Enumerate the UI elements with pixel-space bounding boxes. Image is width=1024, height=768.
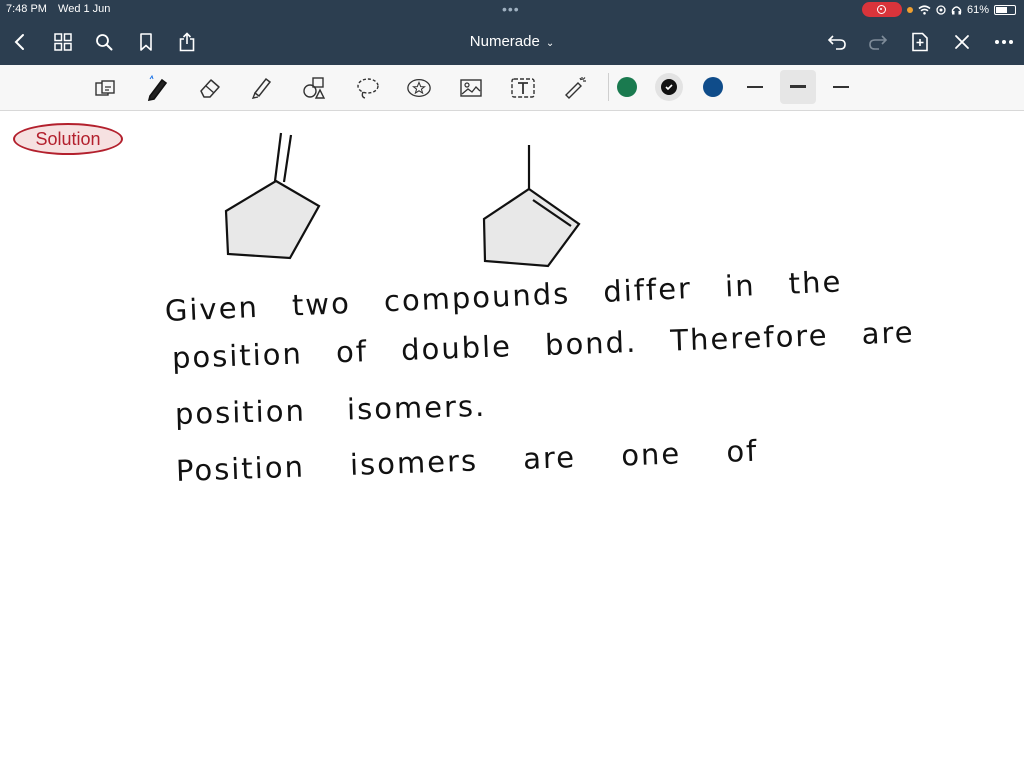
image-tool-button[interactable]	[458, 75, 484, 101]
microphone-indicator-icon	[906, 6, 913, 13]
undo-button[interactable]	[825, 30, 849, 54]
close-icon	[955, 35, 969, 49]
note-line-4: Position isomers are one of	[175, 433, 759, 488]
lasso-tool-button[interactable]	[355, 75, 381, 101]
battery-icon	[994, 4, 1016, 15]
color-blue-swatch[interactable]	[703, 77, 723, 97]
headphones-icon	[951, 5, 962, 14]
document-title-text: Numerade	[469, 33, 540, 50]
laser-pointer-icon	[565, 77, 586, 99]
chevron-down-icon: ⌄	[545, 38, 555, 49]
laser-pointer-button[interactable]	[562, 75, 588, 101]
reading-mode-icon	[95, 80, 115, 96]
battery-level	[996, 6, 1007, 13]
text-box-icon	[511, 78, 535, 98]
redo-button[interactable]	[866, 30, 890, 54]
text-tool-button[interactable]	[510, 75, 536, 101]
highlighter-tool-button[interactable]	[248, 75, 274, 101]
screen-recording-indicator[interactable]	[861, 2, 902, 17]
lasso-icon	[357, 78, 379, 99]
undo-icon	[827, 35, 846, 50]
checkmark-icon	[665, 84, 673, 91]
record-icon	[877, 5, 887, 14]
multitasking-dots-icon[interactable]: •••	[502, 1, 520, 17]
sticker-tool-button[interactable]	[406, 75, 432, 101]
drawing-toolbar	[0, 65, 1024, 111]
wifi-icon	[918, 4, 931, 15]
stroke-thick-option[interactable]	[833, 86, 849, 88]
toolbar-separator	[608, 73, 609, 101]
pen-icon	[147, 75, 168, 101]
more-button[interactable]	[992, 30, 1016, 54]
eraser-icon	[200, 79, 220, 98]
image-icon	[460, 79, 482, 97]
battery-percent: 61%	[966, 3, 989, 16]
sticker-star-icon	[407, 78, 431, 98]
pen-tool-button[interactable]	[144, 75, 170, 101]
note-canvas[interactable]: Solution Given two compounds differ in t…	[0, 111, 1024, 768]
status-time: 7:48 PM	[6, 3, 47, 15]
navigation-bar: Numerade ⌄	[0, 20, 1024, 65]
color-black-swatch[interactable]	[659, 77, 679, 97]
solution-label: Solution	[13, 123, 123, 155]
highlighter-icon	[251, 77, 272, 99]
eraser-tool-button[interactable]	[197, 75, 223, 101]
redo-icon	[869, 35, 888, 50]
location-icon	[936, 4, 946, 15]
shapes-icon	[303, 77, 326, 99]
close-button[interactable]	[950, 30, 974, 54]
status-date: Wed 1 Jun	[58, 3, 111, 15]
shapes-tool-button[interactable]	[301, 75, 327, 101]
note-line-1: Given two compounds differ in the	[164, 264, 843, 328]
stroke-medium-option[interactable]	[790, 85, 806, 88]
read-only-mode-button[interactable]	[92, 75, 118, 101]
note-line-2: position of double bond. Therefore are	[171, 315, 916, 375]
note-line-3: position isomers.	[174, 388, 487, 431]
status-bar: 7:48 PM Wed 1 Jun ••• 61%	[0, 0, 1024, 20]
methylcyclopentene-structure	[482, 145, 581, 268]
methylenecyclopentane-structure	[224, 132, 321, 260]
more-icon	[995, 40, 1013, 44]
color-green-swatch[interactable]	[617, 77, 637, 97]
add-page-icon	[912, 32, 928, 52]
add-page-button[interactable]	[908, 30, 932, 54]
stroke-thin-option[interactable]	[747, 86, 763, 88]
